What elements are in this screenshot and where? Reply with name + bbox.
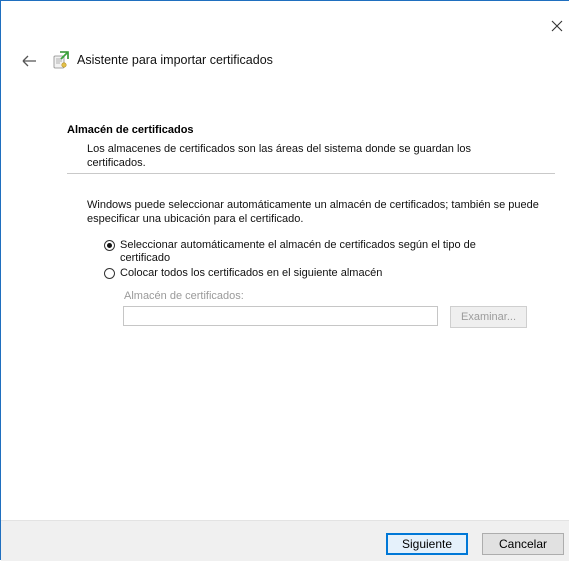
close-icon bbox=[551, 20, 563, 32]
radio-auto-select-control[interactable] bbox=[104, 240, 115, 251]
wizard-title: Asistente para importar certificados bbox=[77, 53, 273, 67]
intro-text: Windows puede seleccionar automáticament… bbox=[87, 199, 539, 225]
back-arrow-icon bbox=[22, 55, 36, 67]
store-input[interactable] bbox=[123, 306, 438, 326]
cancel-button[interactable]: Cancelar bbox=[482, 533, 564, 555]
header-divider bbox=[67, 173, 555, 174]
radio-auto-select[interactable]: Seleccionar automáticamente el almacén d… bbox=[104, 239, 520, 265]
radio-selected-dot bbox=[107, 243, 112, 248]
certificate-wizard-icon bbox=[51, 50, 71, 70]
section-description: Los almacenes de certificados son las ár… bbox=[87, 143, 472, 169]
radio-manual-store-control[interactable] bbox=[104, 268, 115, 279]
section-title: Almacén de certificados bbox=[67, 124, 194, 136]
wizard-footer: Siguiente Cancelar bbox=[1, 520, 569, 561]
browse-button[interactable]: Examinar... bbox=[450, 306, 527, 328]
back-button[interactable] bbox=[19, 50, 41, 72]
next-button[interactable]: Siguiente bbox=[386, 533, 468, 555]
store-field-label: Almacén de certificados: bbox=[124, 290, 244, 302]
close-button[interactable] bbox=[545, 15, 569, 37]
radio-manual-store-label: Colocar todos los certificados en el sig… bbox=[120, 267, 383, 279]
wizard-window: Asistente para importar certificados Alm… bbox=[0, 0, 569, 561]
radio-auto-select-label: Seleccionar automáticamente el almacén d… bbox=[120, 239, 476, 264]
radio-manual-store[interactable]: Colocar todos los certificados en el sig… bbox=[104, 267, 520, 280]
